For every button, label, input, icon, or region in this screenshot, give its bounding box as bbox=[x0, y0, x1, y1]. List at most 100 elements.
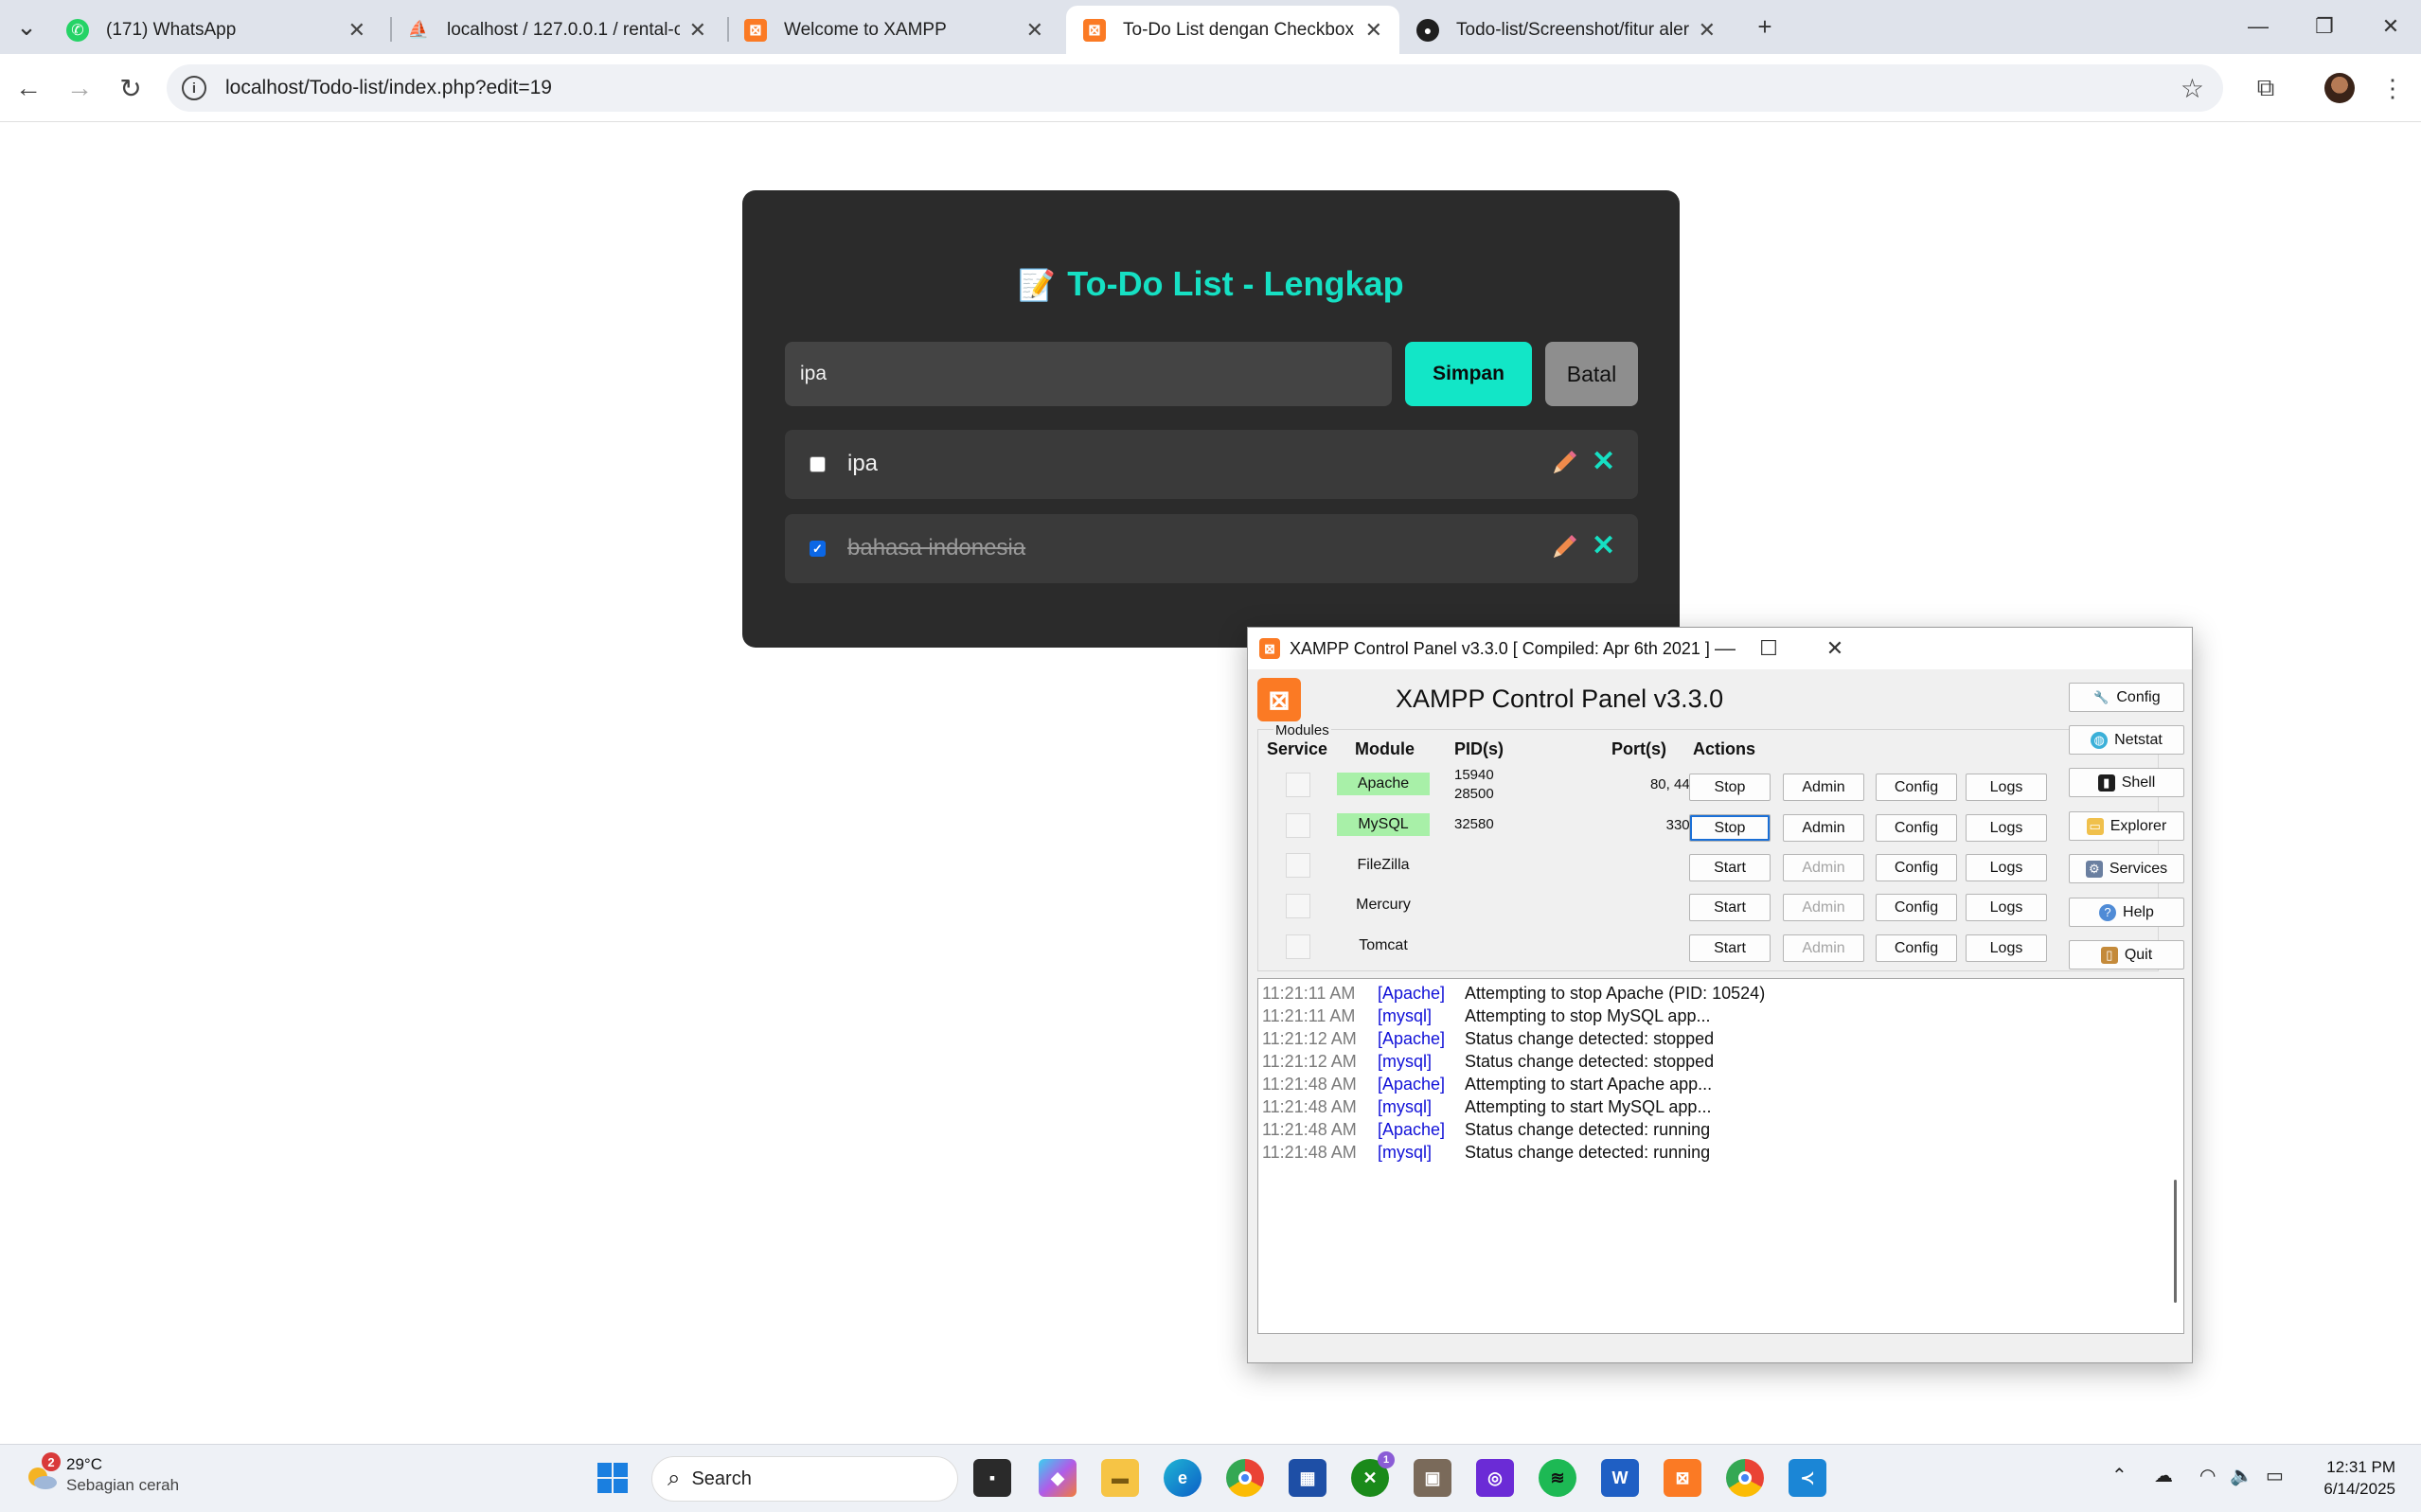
tab-close-icon[interactable]: ✕ bbox=[1699, 18, 1716, 43]
shell-button[interactable]: ▮ Shell bbox=[2069, 768, 2184, 797]
task-checkbox[interactable]: ✓ bbox=[810, 541, 826, 557]
tomcat-config-button[interactable]: Config bbox=[1876, 934, 1957, 962]
store-icon[interactable]: ▦ bbox=[1289, 1459, 1326, 1497]
file-explorer-icon[interactable]: ▬ bbox=[1101, 1459, 1139, 1497]
bookmark-star-icon[interactable]: ☆ bbox=[2181, 73, 2204, 104]
service-checkbox[interactable] bbox=[1286, 894, 1310, 918]
tomcat-start-button[interactable]: Start bbox=[1689, 934, 1771, 962]
service-checkbox[interactable] bbox=[1286, 853, 1310, 878]
maximize-icon[interactable]: ☐ bbox=[1750, 633, 1788, 664]
tomcat-logs-button[interactable]: Logs bbox=[1966, 934, 2047, 962]
tab-close-icon[interactable]: ✕ bbox=[1365, 18, 1382, 43]
back-icon[interactable]: ← bbox=[8, 67, 49, 109]
filezilla-start-button[interactable]: Start bbox=[1689, 854, 1771, 881]
xampp-icon[interactable]: ⊠ bbox=[1664, 1459, 1701, 1497]
service-checkbox[interactable] bbox=[1286, 773, 1310, 797]
delete-icon[interactable]: ✕ bbox=[1592, 445, 1615, 478]
apache-stop-button[interactable]: Stop bbox=[1689, 774, 1771, 801]
chrome-profile-icon[interactable] bbox=[1726, 1459, 1764, 1497]
scrollbar-thumb[interactable] bbox=[2174, 1180, 2177, 1303]
minimize-icon[interactable]: — bbox=[2225, 4, 2291, 49]
log-scrollbar[interactable] bbox=[2168, 981, 2181, 1331]
filezilla-logs-button[interactable]: Logs bbox=[1966, 854, 2047, 881]
tab-whatsapp[interactable]: ✆ (171) WhatsApp ✕ bbox=[49, 6, 383, 54]
task-view-icon[interactable]: ▪ bbox=[973, 1459, 1011, 1497]
tab-close-icon[interactable]: ✕ bbox=[348, 18, 365, 43]
task-checkbox[interactable] bbox=[810, 456, 826, 472]
start-icon[interactable] bbox=[594, 1459, 632, 1497]
module-header: Module bbox=[1355, 739, 1415, 758]
tab-close-icon[interactable]: ✕ bbox=[689, 18, 706, 43]
xampp-window-title: XAMPP Control Panel v3.3.0 [ Compiled: A… bbox=[1290, 639, 1710, 658]
apache-admin-button[interactable]: Admin bbox=[1783, 774, 1864, 801]
clock[interactable]: 12:31 PM 6/14/2025 bbox=[2301, 1456, 2395, 1500]
menu-kebab-icon[interactable]: ⋮ bbox=[2372, 67, 2413, 109]
log-panel[interactable]: 11:21:11 AM [Apache] Attempting to stop Ap… bbox=[1257, 978, 2184, 1334]
close-window-icon[interactable]: ✕ bbox=[2358, 4, 2421, 49]
mysql-logs-button[interactable]: Logs bbox=[1966, 814, 2047, 842]
cloud-icon[interactable]: ☁ bbox=[2154, 1464, 2173, 1487]
mysql-config-button[interactable]: Config bbox=[1876, 814, 1957, 842]
xampp-icon: ⊠ bbox=[1083, 18, 1106, 42]
mercury-logs-button[interactable]: Logs bbox=[1966, 894, 2047, 921]
help-label: Help bbox=[2123, 903, 2154, 920]
site-info-icon[interactable]: i bbox=[182, 76, 206, 100]
log-line: 11:21:12 AM [Apache] Status change detecte… bbox=[1262, 1029, 1715, 1048]
profile-avatar[interactable] bbox=[2324, 73, 2355, 103]
extensions-icon[interactable]: ⧉ bbox=[2245, 67, 2287, 109]
tab-phpmyadmin[interactable]: ⛵ localhost / 127.0.0.1 / rental-ca ✕ bbox=[390, 6, 723, 54]
cancel-button[interactable]: Batal bbox=[1545, 342, 1638, 406]
wifi-icon[interactable]: ◠ bbox=[2199, 1464, 2216, 1487]
tab-search-chevron-icon[interactable]: ⌄ bbox=[9, 9, 44, 44]
apache-logs-button[interactable]: Logs bbox=[1966, 774, 2047, 801]
battery-icon[interactable]: ▭ bbox=[2266, 1464, 2284, 1487]
new-tab-icon[interactable]: + bbox=[1748, 9, 1782, 44]
app-icon[interactable]: ◎ bbox=[1476, 1459, 1514, 1497]
spotify-icon[interactable]: ≋ bbox=[1539, 1459, 1576, 1497]
services-button[interactable]: ⚙ Services bbox=[2069, 854, 2184, 883]
tab-github[interactable]: ● Todo-list/Screenshot/fitur alert ✕ bbox=[1399, 6, 1733, 54]
apache-config-button[interactable]: Config bbox=[1876, 774, 1957, 801]
address-bar[interactable]: i localhost/Todo-list/index.php?edit=19 … bbox=[167, 64, 2223, 112]
filezilla-config-button[interactable]: Config bbox=[1876, 854, 1957, 881]
service-checkbox[interactable] bbox=[1286, 934, 1310, 959]
mercury-start-button[interactable]: Start bbox=[1689, 894, 1771, 921]
reload-icon[interactable]: ↻ bbox=[110, 67, 151, 109]
minimize-icon[interactable]: — bbox=[1706, 633, 1744, 664]
photos-icon[interactable]: ▣ bbox=[1414, 1459, 1451, 1497]
save-button[interactable]: Simpan bbox=[1405, 342, 1532, 406]
delete-icon[interactable]: ✕ bbox=[1592, 529, 1615, 562]
restore-icon[interactable]: ❐ bbox=[2291, 4, 2358, 49]
mercury-config-button[interactable]: Config bbox=[1876, 894, 1957, 921]
forward-icon[interactable]: → bbox=[59, 67, 100, 109]
mysql-admin-button[interactable]: Admin bbox=[1783, 814, 1864, 842]
xampp-titlebar[interactable]: ⊠ XAMPP Control Panel v3.3.0 [ Compiled:… bbox=[1248, 628, 2192, 669]
config-button[interactable]: 🔧 Config bbox=[2069, 683, 2184, 712]
vscode-icon[interactable]: ≺ bbox=[1789, 1459, 1826, 1497]
xampp-icon: ⊠ bbox=[744, 18, 767, 42]
service-checkbox[interactable] bbox=[1286, 813, 1310, 838]
netstat-button[interactable]: ◍ Netstat bbox=[2069, 725, 2184, 755]
task-input[interactable] bbox=[785, 342, 1392, 406]
copilot-icon[interactable]: ◆ bbox=[1039, 1459, 1077, 1497]
pencil-icon[interactable] bbox=[1549, 448, 1579, 478]
xbox-icon[interactable]: ✕ 1 bbox=[1351, 1451, 1395, 1497]
tray-chevron-icon[interactable]: ⌃ bbox=[2111, 1464, 2127, 1487]
mysql-stop-button[interactable]: Stop bbox=[1689, 814, 1771, 842]
close-icon[interactable]: ✕ bbox=[1816, 633, 1854, 664]
explorer-button[interactable]: ▭ Explorer bbox=[2069, 811, 2184, 841]
weather-widget[interactable]: 2 29°C Sebagian cerah bbox=[25, 1452, 179, 1496]
tab-todo-list[interactable]: ⊠ To-Do List dengan Checkbox ✕ bbox=[1066, 6, 1399, 54]
module-name: FileZilla bbox=[1357, 857, 1410, 873]
tab-welcome-xampp[interactable]: ⊠ Welcome to XAMPP ✕ bbox=[727, 6, 1060, 54]
pencil-icon[interactable] bbox=[1549, 532, 1579, 562]
tab-close-icon[interactable]: ✕ bbox=[1026, 18, 1043, 43]
volume-icon[interactable]: 🔈 bbox=[2230, 1464, 2253, 1487]
taskbar-search[interactable]: ⌕ Search bbox=[651, 1456, 958, 1502]
help-button[interactable]: ? Help bbox=[2069, 898, 2184, 927]
quit-button[interactable]: ▯ Quit bbox=[2069, 940, 2184, 969]
shell-label: Shell bbox=[2121, 774, 2156, 791]
edge-icon[interactable]: e bbox=[1164, 1459, 1202, 1497]
word-icon[interactable]: W bbox=[1601, 1459, 1639, 1497]
chrome-icon[interactable] bbox=[1226, 1459, 1264, 1497]
